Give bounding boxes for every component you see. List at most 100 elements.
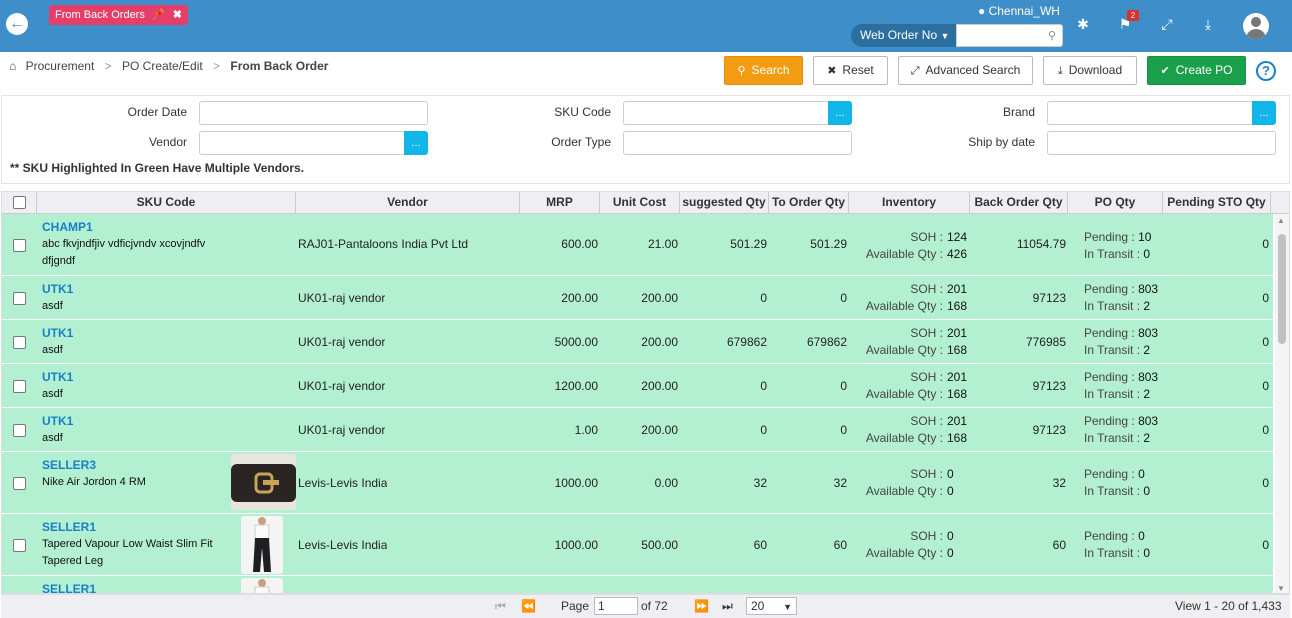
sku-code-link[interactable]: SELLER1 <box>42 520 96 534</box>
prev-page-icon[interactable]: ⏪ <box>521 599 536 613</box>
table-row[interactable]: UTK1 asdf UK01-raj vendor 1200.00 200.00… <box>2 364 1273 408</box>
help-icon[interactable]: ? <box>1256 61 1276 81</box>
header-po-qty[interactable]: PO Qty <box>1068 192 1163 214</box>
breadcrumb-procurement[interactable]: Procurement <box>26 59 95 73</box>
pending-value: 803 <box>1138 326 1159 340</box>
pending-sto-value: 0 <box>1262 237 1269 251</box>
sku-code-link[interactable]: UTK1 <box>42 326 73 340</box>
product-thumbnail-trousers[interactable] <box>241 516 283 574</box>
header-vendor[interactable]: Vendor <box>296 192 520 214</box>
avail-value: 0 <box>947 546 954 560</box>
breadcrumb-separator: > <box>104 59 112 73</box>
fullscreen-icon[interactable]: ⤢ <box>1158 16 1176 33</box>
transit-label: In Transit : <box>1084 546 1141 560</box>
download-button[interactable]: ⤓ Download <box>1043 56 1137 85</box>
back-arrow-icon[interactable]: ← <box>6 13 28 35</box>
user-avatar[interactable] <box>1243 13 1269 39</box>
header-unit-cost[interactable]: Unit Cost <box>600 192 680 214</box>
brand-lookup-button[interactable]: ... <box>1252 101 1276 125</box>
sku-code-input[interactable] <box>623 101 829 125</box>
brand-input[interactable] <box>1047 101 1253 125</box>
table-row[interactable]: UTK1 asdf UK01-raj vendor 200.00 200.00 … <box>2 276 1273 320</box>
transit-label: In Transit : <box>1084 343 1141 357</box>
last-page-icon[interactable]: ⏭ <box>722 599 733 614</box>
to-order-qty-value: 501.29 <box>810 237 847 251</box>
search-icon[interactable]: ⚲ <box>1048 29 1056 42</box>
ship-by-date-input[interactable] <box>1047 131 1276 155</box>
sku-code-link[interactable]: UTK1 <box>42 414 73 428</box>
sku-code-link[interactable]: UTK1 <box>42 282 73 296</box>
brand-label: Brand <box>1002 105 1035 119</box>
pin-icon[interactable]: 📌 <box>152 9 166 21</box>
inventory-values: 201 168 <box>947 281 969 315</box>
row-checkbox[interactable] <box>13 538 26 553</box>
row-checkbox[interactable] <box>13 423 26 438</box>
row-checkbox[interactable] <box>13 238 26 253</box>
row-checkbox[interactable] <box>13 379 26 394</box>
home-icon[interactable]: ⌂ <box>9 59 16 73</box>
table-row[interactable]: UTK1 asdf UK01-raj vendor 5000.00 200.00… <box>2 320 1273 364</box>
first-page-icon[interactable]: ⏮ <box>495 599 506 614</box>
reset-button[interactable]: ✖ Reset <box>813 56 888 85</box>
vendor-name: UK01-raj vendor <box>298 379 386 393</box>
global-search-input[interactable]: ⚲ <box>956 24 1063 47</box>
scrollbar-thumb[interactable] <box>1278 234 1286 344</box>
select-all-checkbox[interactable] <box>12 196 26 210</box>
grid-vertical-scrollbar[interactable]: ▲ ▼ <box>1275 214 1289 593</box>
header-back-order-qty[interactable]: Back Order Qty <box>970 192 1068 214</box>
advanced-search-button[interactable]: ⤢ Advanced Search <box>898 56 1033 85</box>
table-row[interactable]: SELLER1 <box>2 576 1273 593</box>
settings-gear-icon[interactable]: ✱ <box>1074 16 1092 33</box>
download-tray-icon[interactable]: ⤓ <box>1199 16 1217 33</box>
row-checkbox[interactable] <box>13 476 26 491</box>
create-po-button[interactable]: ✔ Create PO <box>1147 56 1246 85</box>
page-size-select[interactable]: 20 ▼ <box>746 597 797 615</box>
row-checkbox[interactable] <box>13 291 26 306</box>
vendor-lookup-button[interactable]: ... <box>404 131 428 155</box>
header-mrp[interactable]: MRP <box>520 192 600 214</box>
header-suggested-qty[interactable]: suggested Qty <box>680 192 769 214</box>
header-inventory[interactable]: Inventory <box>849 192 970 214</box>
sku-lookup-button[interactable]: ... <box>828 101 852 125</box>
scroll-down-arrow-icon[interactable]: ▼ <box>1277 584 1285 593</box>
table-row[interactable]: UTK1 asdf UK01-raj vendor 1.00 200.00 0 … <box>2 408 1273 452</box>
sku-code-link[interactable]: SELLER3 <box>42 458 96 472</box>
sku-code-link[interactable]: UTK1 <box>42 370 73 384</box>
trousers-image <box>241 516 283 574</box>
po-qty-info: Pending : 803 In Transit : 2 <box>1084 413 1161 447</box>
header-pending-sto-qty[interactable]: Pending STO Qty <box>1163 192 1271 214</box>
sku-code-link[interactable]: SELLER1 <box>42 582 96 593</box>
sku-code-link[interactable]: CHAMP1 <box>42 220 93 234</box>
soh-value: 201 <box>947 326 968 340</box>
order-date-input[interactable] <box>199 101 428 125</box>
close-icon: ✖ <box>827 65 837 77</box>
close-icon[interactable]: ✖ <box>173 9 182 21</box>
page-number-input[interactable]: 1 <box>594 597 638 615</box>
header-sku-code[interactable]: SKU Code <box>37 192 296 214</box>
product-thumbnail-belt[interactable] <box>231 454 296 510</box>
multi-vendor-note: ** SKU Highlighted In Green Have Multipl… <box>10 161 305 175</box>
page-count-label: of 72 <box>641 599 668 613</box>
product-thumbnail-trousers[interactable] <box>241 578 283 593</box>
table-row[interactable]: SELLER1 Tapered Vapour Low Waist Slim Fi… <box>2 514 1273 576</box>
soh-value: 0 <box>947 467 954 481</box>
scroll-up-arrow-icon[interactable]: ▲ <box>1277 216 1285 225</box>
search-type-select[interactable]: Web Order No ▼ <box>860 28 949 42</box>
tab-from-back-orders[interactable]: From Back Orders 📌 ✖ <box>49 5 188 25</box>
ship-by-date-label: Ship by date <box>968 135 1035 149</box>
table-row[interactable]: SELLER3 Nike Air Jordon 4 RM Levis-Levis… <box>2 452 1273 514</box>
vendor-input[interactable] <box>199 131 405 155</box>
next-page-icon[interactable]: ⏩ <box>694 599 709 613</box>
search-button[interactable]: ⚲ Search <box>724 56 803 85</box>
inventory-labels: SOH : Available Qty : <box>851 229 943 263</box>
table-row[interactable]: CHAMP1 abc fkvjndfjiv vdficjvndv xcovjnd… <box>2 214 1273 276</box>
header-to-order-qty[interactable]: To Order Qty <box>769 192 849 214</box>
breadcrumb-po-create-edit[interactable]: PO Create/Edit <box>122 59 203 73</box>
order-type-input[interactable] <box>623 131 852 155</box>
sku-description: asdf <box>42 344 63 356</box>
trousers-image <box>241 578 283 593</box>
avail-label: Available Qty : <box>865 343 943 357</box>
row-checkbox[interactable] <box>13 335 26 350</box>
location-indicator[interactable]: ● Chennai_WH <box>978 4 1060 18</box>
tab-label: From Back Orders <box>55 9 145 21</box>
